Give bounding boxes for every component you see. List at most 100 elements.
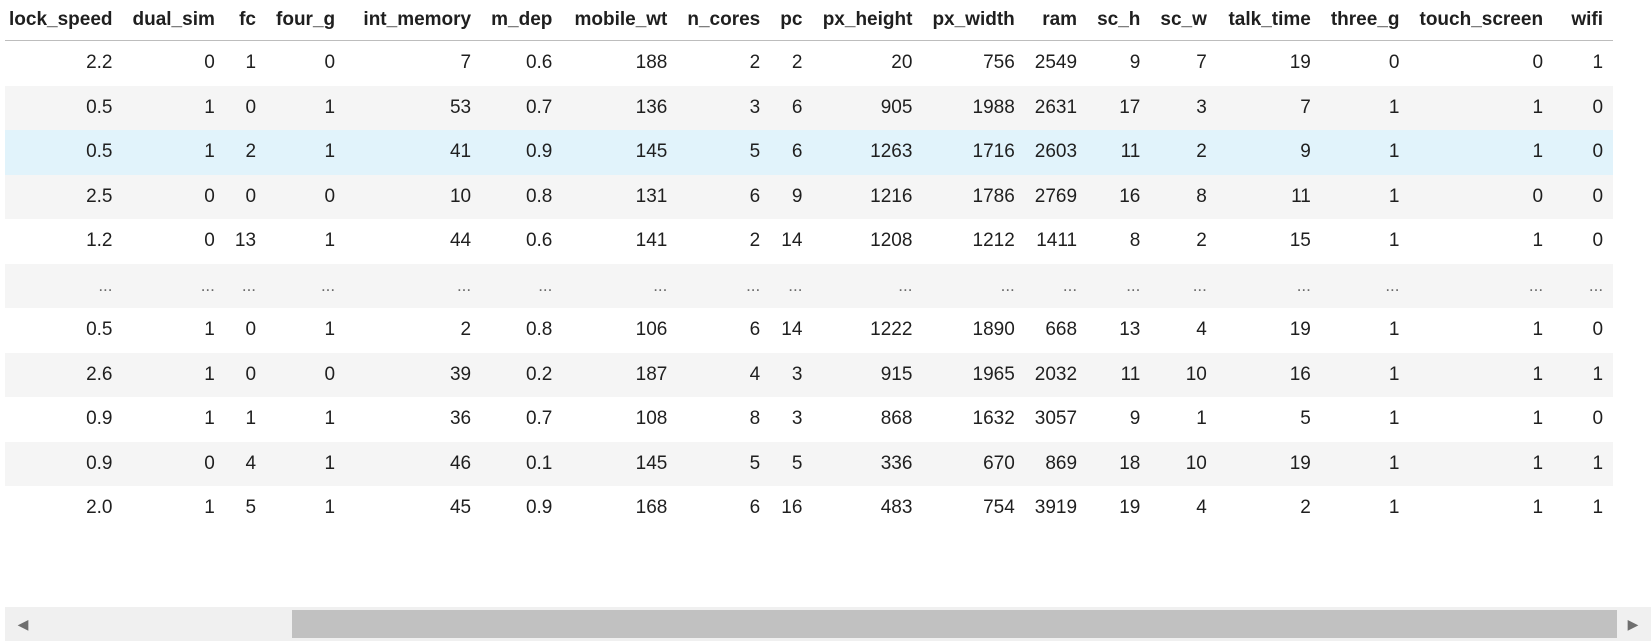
table-cell: ... [1000, 275, 1015, 295]
table-cell: 15 [1289, 230, 1311, 252]
column-header: lock_speed [5, 0, 123, 41]
table-cell: 1 [245, 408, 257, 430]
table-cell: ... [1192, 275, 1207, 295]
table-cell: 1632 [972, 408, 1015, 430]
table-cell: 2 [1300, 497, 1311, 519]
table-row: 2.5 0 0 0 10 0.8 131 6 9 1216 1786 2769 16 8 11 1 0 0 [5, 174, 1614, 219]
table-cell: 145 [635, 141, 668, 163]
table-cell: ... [241, 275, 257, 295]
table-cell: 0 [1592, 141, 1604, 163]
table-cell: 2032 [1034, 363, 1078, 385]
scrollbar-thumb[interactable] [292, 610, 1617, 638]
table-cell: 1 [324, 452, 336, 474]
table-cell: 2 [1196, 141, 1207, 163]
table-cell: ... [653, 275, 668, 295]
table-cell: 3 [791, 408, 803, 430]
table-cell: 36 [449, 408, 472, 430]
table-cell: 4 [1196, 319, 1207, 341]
table-cell: 20 [891, 52, 913, 74]
table-cell: 136 [635, 96, 668, 118]
table-cell: 3 [791, 363, 803, 385]
table-cell: 2.5 [86, 185, 113, 207]
table-cell: 3 [1196, 96, 1207, 118]
table-cell: 0 [324, 185, 336, 207]
table-cell: 1216 [870, 185, 913, 207]
table-cell: 7 [1196, 52, 1207, 74]
scroll-right-icon[interactable]: ▶ [1619, 607, 1647, 641]
column-header: touch_screen [1409, 0, 1554, 41]
table-cell: 1 [324, 230, 336, 252]
table-cell: 1890 [972, 319, 1015, 341]
table-cell: 2.0 [86, 497, 113, 519]
table-cell: 0.6 [525, 230, 553, 252]
table-cell: 0 [245, 185, 257, 207]
table-cell: 0.7 [525, 408, 553, 430]
column-header: three_g [1320, 0, 1410, 41]
table-cell: 53 [449, 96, 472, 118]
column-header: ram [1024, 0, 1088, 41]
table-cell: 5 [791, 452, 803, 474]
table-cell: 168 [635, 497, 668, 519]
table-cell: 1 [1532, 319, 1544, 341]
table-cell: 1 [1532, 230, 1544, 252]
column-header: four_g [266, 0, 346, 41]
column-header: m_dep [481, 0, 563, 41]
table-cell: 18 [1119, 452, 1141, 474]
table-row: 2.2 0 1 0 7 0.6 188 2 2 20 756 2549 9 7 19 0 0 1 [5, 40, 1614, 86]
table-cell: 1 [324, 408, 336, 430]
table-cell: ... [746, 275, 761, 295]
table-cell: 4 [749, 363, 761, 385]
table-cell: 19 [1289, 52, 1311, 74]
table-cell: 1 [204, 141, 215, 163]
table-cell: ... [456, 275, 472, 295]
table-cell: 8 [749, 408, 761, 430]
table-cell: 7 [460, 52, 472, 74]
table-cell: 5 [1300, 408, 1311, 430]
table-cell: 1 [1532, 452, 1544, 474]
table-cell: 13 [234, 230, 257, 252]
table-cell: 0 [245, 319, 257, 341]
table-row: 1.2 0 13 1 44 0.6 141 2 14 1208 1212 1411 8 2 15 1 1 0 [5, 219, 1614, 264]
table-cell: 1 [204, 319, 215, 341]
table-cell: 0 [1532, 52, 1544, 74]
table-cell: 0.2 [525, 363, 553, 385]
table-cell: 4 [245, 452, 257, 474]
table-cell: 1988 [972, 96, 1015, 118]
table-cell: 6 [749, 319, 761, 341]
table-cell: 1 [204, 497, 215, 519]
scroll-left-icon[interactable]: ◀ [9, 607, 37, 641]
table-cell: 141 [635, 230, 668, 252]
table-cell: 0 [204, 452, 215, 474]
table-cell: 16 [1119, 185, 1141, 207]
table-cell: 0.1 [525, 452, 553, 474]
table-cell: 1 [1388, 497, 1400, 519]
table-cell: 0.8 [525, 319, 553, 341]
column-header: sc_w [1150, 0, 1217, 41]
table-cell: 1 [204, 96, 215, 118]
table-cell: 4 [1196, 497, 1207, 519]
table-cell: 9 [1300, 141, 1311, 163]
table-cell: 1 [1388, 452, 1400, 474]
dataframe-table: lock_speed dual_sim fc four_g int_memory m_de… [5, 0, 1614, 531]
table-cell: 1 [204, 408, 215, 430]
table-cell: 1212 [972, 230, 1015, 252]
table-cell: 8 [1196, 185, 1207, 207]
table-cell: 1 [204, 363, 215, 385]
table-cell: ... [1062, 275, 1078, 295]
table-cell: 11 [1120, 363, 1141, 385]
table-cell: 670 [983, 452, 1015, 474]
table-cell: 108 [635, 408, 668, 430]
table-header: lock_speed dual_sim fc four_g int_memory m_de… [5, 0, 1614, 41]
table-cell: 0 [204, 230, 215, 252]
table-cell: 905 [880, 96, 913, 118]
table-cell: 2 [791, 52, 803, 74]
table-cell: ... [1528, 275, 1544, 295]
table-body: 2.2 0 1 0 7 0.6 188 2 2 20 756 2549 9 7 19 0 0 1 0.5 1 0 1 53 0… [5, 40, 1614, 531]
table-cell: 9 [1129, 52, 1141, 74]
horizontal-scrollbar[interactable]: ◀ ▶ [5, 607, 1651, 641]
table-cell: 915 [880, 363, 913, 385]
table-cell: 19 [1289, 452, 1311, 474]
table-cell: 1 [1532, 497, 1544, 519]
table-cell: 668 [1045, 319, 1078, 341]
table-cell: ... [898, 275, 913, 295]
